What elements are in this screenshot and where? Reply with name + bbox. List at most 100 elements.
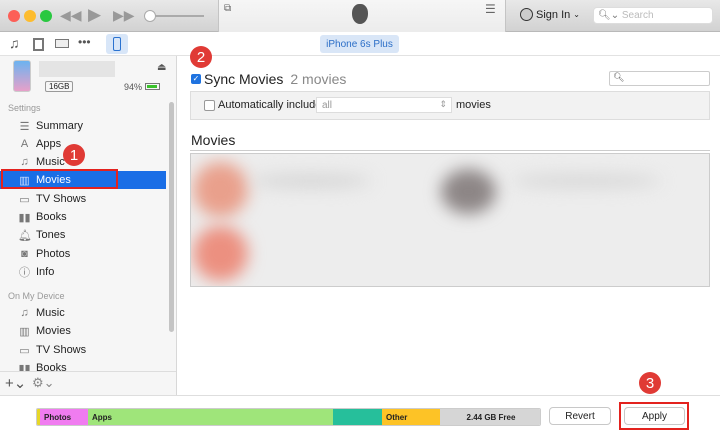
movie-thumbnail[interactable] [193,226,248,281]
storage-segment-apps: Apps [88,409,333,425]
device-item-movies[interactable]: ▥ Movies [0,322,166,340]
capacity-badge: 16GB [45,81,74,92]
miniplayer-icon[interactable]: ⧉ [224,3,231,14]
storage-segment-other: Other [382,409,440,425]
eject-icon[interactable]: ⏏ [157,62,166,73]
battery-icon [145,83,160,90]
apple-logo-icon [352,4,368,24]
summary-icon: ☰ [19,120,30,133]
device-image [13,60,31,92]
movies-heading: Movies [191,132,236,148]
sidebar-item-label: Photos [36,248,71,260]
volume-knob[interactable] [144,10,156,22]
sidebar-item-info[interactable]: ⓘ Info [0,263,166,281]
tv-icon: ▭ [19,344,30,357]
device-section-label: On My Device [8,291,65,301]
sidebar-item-label: TV Shows [36,344,87,356]
minimize-button[interactable] [24,10,36,22]
movies-icon[interactable] [33,38,44,51]
sidebar-item-label: Movies [36,325,71,337]
auto-include-label: Automatically include [218,99,322,111]
title-bar: ◀◀ ▶ ▶▶ ⧉ ☰ Sign In ⌄ 🔍︎⌄ Search [0,0,720,32]
sidebar: ⏏ 16GB 94% Settings ☰ Summary A Apps ♫ Musi… [0,56,177,395]
sync-count: 2 movies [290,71,347,87]
auto-include-select[interactable]: all ⇕ [316,97,452,113]
camera-icon: ◙ [21,248,28,260]
step-badge-2: 2 [190,46,212,68]
music-icon: ♫ [20,307,29,319]
auto-include-checkbox[interactable] [204,100,215,111]
sidebar-item-tones[interactable]: 🔔︎ Tones [0,226,166,244]
sidebar-item-label: Books [36,211,67,223]
sync-movies-checkbox[interactable]: ✓ [191,74,201,84]
play-icon[interactable]: ▶ [88,5,101,25]
search-icon: 🔍︎⌄ [598,10,620,21]
volume-slider[interactable] [148,15,204,17]
add-icon[interactable]: +⌄ [5,374,26,392]
search-icon: 🔍︎ [613,72,625,82]
toolbar: ♫ ••• iPhone 6s Plus [0,32,720,56]
rewind-icon[interactable]: ◀◀ [60,7,82,24]
step-badge-3: 3 [639,372,661,394]
highlight-box-apply [619,402,689,430]
books-icon: ▮▮ [18,211,31,224]
divider [190,150,710,151]
zoom-button[interactable] [40,10,52,22]
movies-list[interactable] [190,153,710,287]
sync-movies-row: ✓ Sync Movies 2 movies [191,71,346,87]
list-icon[interactable]: ☰ [485,2,496,16]
tv-icon[interactable] [55,39,69,48]
search-placeholder: Search [621,10,654,21]
sidebar-item-books[interactable]: ▮▮ Books [0,208,166,226]
movie-thumbnail[interactable] [193,162,248,217]
user-icon [520,8,533,21]
device-item-tv-shows[interactable]: ▭ TV Shows [0,341,166,359]
sign-in-button[interactable]: Sign In ⌄ [520,8,580,21]
tv-icon: ▭ [19,193,30,206]
sidebar-item-label: Info [36,266,55,278]
gear-icon[interactable]: ⚙⌄ [32,375,55,391]
sidebar-item-label: Music [36,307,65,319]
storage-segment-free: 2.44 GB Free [440,409,540,425]
device-tab[interactable]: iPhone 6s Plus [320,35,399,53]
iphone-icon [113,37,121,51]
close-button[interactable] [8,10,20,22]
info-icon: ⓘ [19,267,30,279]
movie-title-blurred [251,174,371,188]
device-item-music[interactable]: ♫ Music [0,304,166,322]
music-icon[interactable]: ♫ [9,35,20,51]
status-display: ⧉ ☰ [218,0,506,32]
bottom-bar: Photos Apps Other 2.44 GB Free Revert Ap… [0,395,720,435]
sidebar-scrollbar[interactable] [169,102,174,332]
auto-include-suffix: movies [456,99,491,111]
step-badge-1: 1 [63,144,85,166]
sidebar-footer: +⌄ ⚙⌄ [0,371,176,395]
auto-include-panel: Automatically include all ⇕ movies [190,91,710,120]
sidebar-item-label: Music [36,156,65,168]
settings-section-label: Settings [8,103,41,113]
bell-icon: 🔔︎ [18,229,32,242]
more-icon[interactable]: ••• [78,35,91,49]
movie-search-input[interactable]: 🔍︎ [609,71,710,86]
search-input[interactable]: 🔍︎⌄ Search [593,7,713,24]
revert-button[interactable]: Revert [549,407,611,425]
storage-segment-docs [333,409,382,425]
movie-thumbnail[interactable] [441,169,496,214]
sidebar-item-tv-shows[interactable]: ▭ TV Shows [0,190,166,208]
sidebar-item-label: Apps [36,138,62,150]
forward-icon[interactable]: ▶▶ [113,7,135,24]
device-button[interactable] [106,34,128,54]
movies-icon: ▥ [19,325,30,338]
updown-icon: ⇕ [439,99,447,109]
highlight-box-movies [1,169,118,189]
sidebar-item-photos[interactable]: ◙ Photos [0,245,166,263]
storage-bar: Photos Apps Other 2.44 GB Free [36,408,541,426]
sign-in-label: Sign In [536,8,571,21]
apps-icon: A [20,138,29,150]
sidebar-item-summary[interactable]: ☰ Summary [0,117,166,135]
music-icon: ♫ [20,156,29,168]
sidebar-item-label: Summary [36,120,84,132]
auto-include-value: all [322,100,333,111]
device-name-blurred [39,61,115,77]
storage-segment-photos: Photos [40,409,88,425]
